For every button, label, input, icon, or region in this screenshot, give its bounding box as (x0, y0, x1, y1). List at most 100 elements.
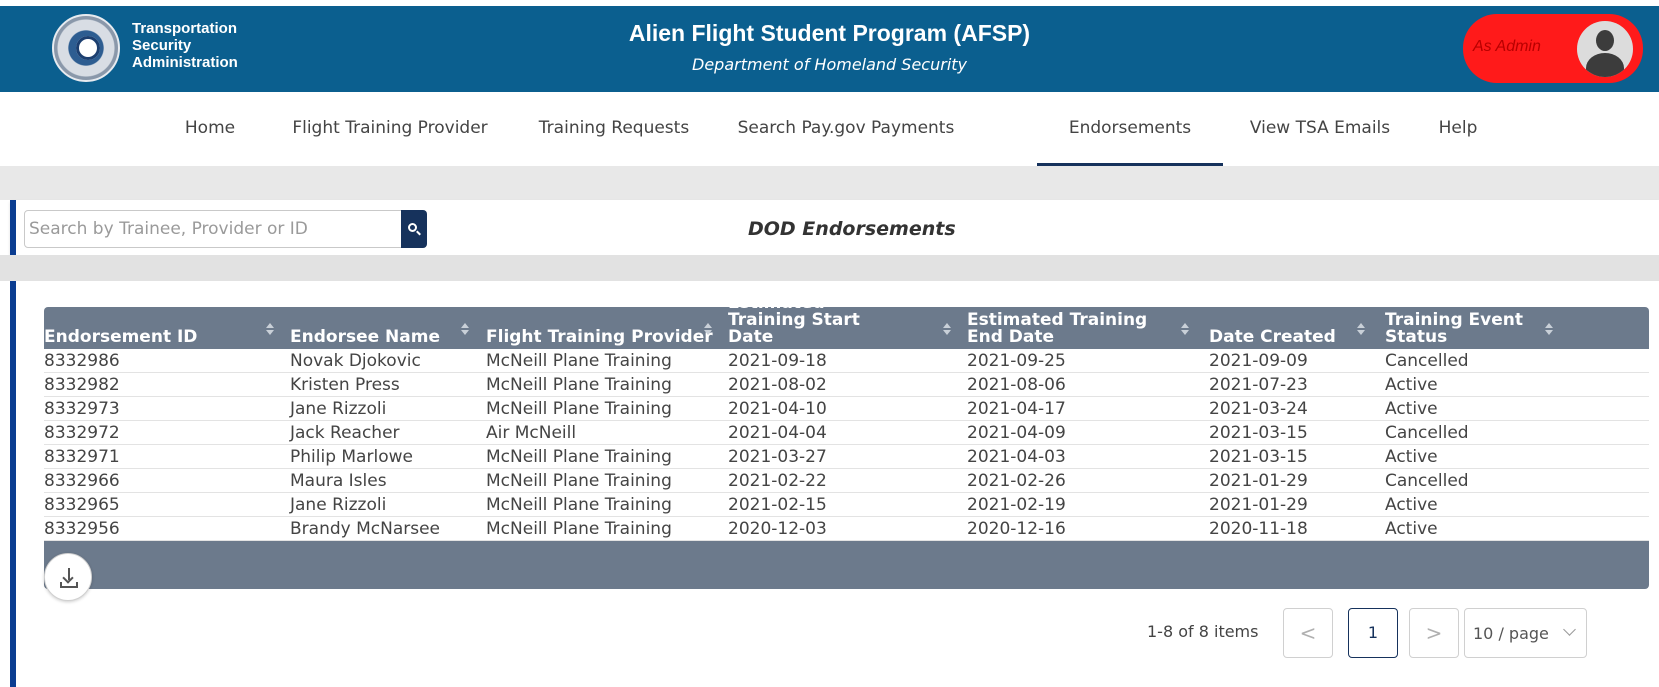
cell-start-date: 2021-08-02 (728, 375, 827, 395)
cell-endorsee-name: Maura Isles (290, 471, 387, 491)
sort-icon[interactable] (266, 323, 274, 335)
cell-status: Cancelled (1385, 471, 1469, 491)
user-role: As Admin (1473, 38, 1541, 55)
cell-provider: McNeill Plane Training (486, 351, 672, 371)
col-est-end-date[interactable]: Estimated Training End Date (967, 307, 1203, 349)
col-label: Training Event Status (1385, 310, 1523, 347)
cell-endorsement-id: 8332966 (44, 471, 120, 491)
cell-endorsement-id: 8332956 (44, 519, 120, 539)
search-input[interactable] (24, 210, 402, 248)
avatar-head (1596, 30, 1614, 51)
nav-flight-training-provider[interactable]: Flight Training Provider (282, 92, 498, 166)
col-est-start-date[interactable]: Estimated Training Start Date (728, 295, 958, 349)
cell-start-date: 2021-03-27 (728, 447, 827, 467)
cell-start-date: 2021-09-18 (728, 351, 827, 371)
cell-status: Active (1385, 519, 1438, 539)
nav-help[interactable]: Help (1428, 92, 1488, 166)
app-header: Transportation Security Administration A… (0, 0, 1659, 92)
cell-provider: McNeill Plane Training (486, 375, 672, 395)
cell-end-date: 2020-12-16 (967, 519, 1066, 539)
col-flight-training-provider[interactable]: Flight Training Provider (486, 307, 722, 349)
search-icon-handle (416, 230, 421, 236)
table-row[interactable]: 8332965 Jane Rizzoli McNeill Plane Train… (44, 493, 1649, 517)
cell-date-created: 2021-03-24 (1209, 399, 1308, 419)
cell-provider: McNeill Plane Training (486, 471, 672, 491)
cell-start-date: 2021-04-04 (728, 423, 827, 443)
next-page-button[interactable]: > (1409, 608, 1459, 658)
download-icon-tray (60, 582, 78, 588)
cell-provider: McNeill Plane Training (486, 399, 672, 419)
table-header: Endorsement ID Endorsee Name Flight Trai… (44, 295, 1649, 349)
cell-date-created: 2021-03-15 (1209, 447, 1308, 467)
sort-icon[interactable] (1357, 323, 1365, 335)
col-training-event-status[interactable]: Training Event Status (1385, 307, 1645, 349)
table-row[interactable]: 8332966 Maura Isles McNeill Plane Traini… (44, 469, 1649, 493)
cell-endorsee-name: Brandy McNarsee (290, 519, 441, 539)
cell-status: Cancelled (1385, 351, 1469, 371)
cell-start-date: 2021-04-10 (728, 399, 827, 419)
cell-endorsee-name: Kristen Press (290, 375, 400, 395)
cell-status: Cancelled (1385, 423, 1469, 443)
sort-icon[interactable] (704, 323, 712, 335)
cell-end-date: 2021-08-06 (967, 375, 1066, 395)
cell-end-date: 2021-09-25 (967, 351, 1066, 371)
export-button[interactable] (44, 553, 92, 601)
cell-end-date: 2021-04-03 (967, 447, 1066, 467)
table-row[interactable]: 8332971 Philip Marlowe McNeill Plane Tra… (44, 445, 1649, 469)
cell-provider: McNeill Plane Training (486, 495, 672, 515)
endorsements-table: Endorsement ID Endorsee Name Flight Trai… (44, 295, 1649, 589)
nav-training-requests[interactable]: Training Requests (530, 92, 698, 166)
user-avatar-icon[interactable] (1577, 21, 1633, 77)
sort-icon[interactable] (461, 323, 469, 335)
sort-icon[interactable] (943, 323, 951, 335)
col-label: Date Created (1209, 327, 1336, 347)
table-body: 8332986 Novak Djokovic McNeill Plane Tra… (44, 349, 1649, 541)
cell-end-date: 2021-02-19 (967, 495, 1066, 515)
page-1-button[interactable]: 1 (1348, 608, 1398, 658)
cell-date-created: 2021-03-15 (1209, 423, 1308, 443)
table-row[interactable]: 8332956 Brandy McNarsee McNeill Plane Tr… (44, 517, 1649, 541)
table-row[interactable]: 8332982 Kristen Press McNeill Plane Trai… (44, 373, 1649, 397)
cell-status: Active (1385, 495, 1438, 515)
table-row[interactable]: 8332986 Novak Djokovic McNeill Plane Tra… (44, 349, 1649, 373)
cell-endorsement-id: 8332972 (44, 423, 120, 443)
cell-endorsee-name: Jane Rizzoli (290, 399, 387, 419)
cell-endorsement-id: 8332965 (44, 495, 120, 515)
panel-title: DOD Endorsements (748, 218, 956, 240)
cell-provider: McNeill Plane Training (486, 447, 672, 467)
cell-start-date: 2021-02-22 (728, 471, 827, 491)
table-row[interactable]: 8332972 Jack Reacher Air McNeill 2021-04… (44, 421, 1649, 445)
col-endorsement-id[interactable]: Endorsement ID (44, 307, 284, 349)
cell-end-date: 2021-02-26 (967, 471, 1066, 491)
nav-home[interactable]: Home (172, 92, 248, 166)
nav-view-tsa-emails[interactable]: View TSA Emails (1245, 92, 1395, 166)
sort-icon[interactable] (1181, 323, 1189, 335)
col-label: Endorsee Name (290, 327, 440, 347)
cell-endorsee-name: Jack Reacher (290, 423, 400, 443)
cell-start-date: 2021-02-15 (728, 495, 827, 515)
cell-endorsement-id: 8332986 (44, 351, 120, 371)
search-button[interactable] (401, 210, 427, 248)
page-size-select[interactable]: 10 / page (1464, 608, 1587, 658)
cell-status: Active (1385, 375, 1438, 395)
cell-endorsee-name: Jane Rizzoli (290, 495, 387, 515)
user-menu[interactable]: As Admin (1463, 14, 1643, 83)
main-nav: Home Flight Training Provider Training R… (0, 92, 1659, 166)
col-label: Flight Training Provider (486, 327, 713, 347)
app-subtitle: Department of Homeland Security (692, 55, 967, 74)
col-endorsee-name[interactable]: Endorsee Name (290, 307, 480, 349)
cell-date-created: 2021-01-29 (1209, 471, 1308, 491)
cell-date-created: 2020-11-18 (1209, 519, 1308, 539)
nav-search-paygov-payments[interactable]: Search Pay.gov Payments (730, 92, 962, 166)
cell-provider: McNeill Plane Training (486, 519, 672, 539)
app-title: Alien Flight Student Program (AFSP) (628, 20, 1031, 46)
col-date-created[interactable]: Date Created (1209, 307, 1369, 349)
sort-icon[interactable] (1545, 323, 1553, 335)
cell-date-created: 2021-01-29 (1209, 495, 1308, 515)
prev-page-button[interactable]: < (1283, 608, 1333, 658)
nav-endorsements[interactable]: Endorsements (1037, 92, 1223, 166)
table-row[interactable]: 8332973 Jane Rizzoli McNeill Plane Train… (44, 397, 1649, 421)
cell-status: Active (1385, 399, 1438, 419)
cell-date-created: 2021-09-09 (1209, 351, 1308, 371)
cell-end-date: 2021-04-09 (967, 423, 1066, 443)
